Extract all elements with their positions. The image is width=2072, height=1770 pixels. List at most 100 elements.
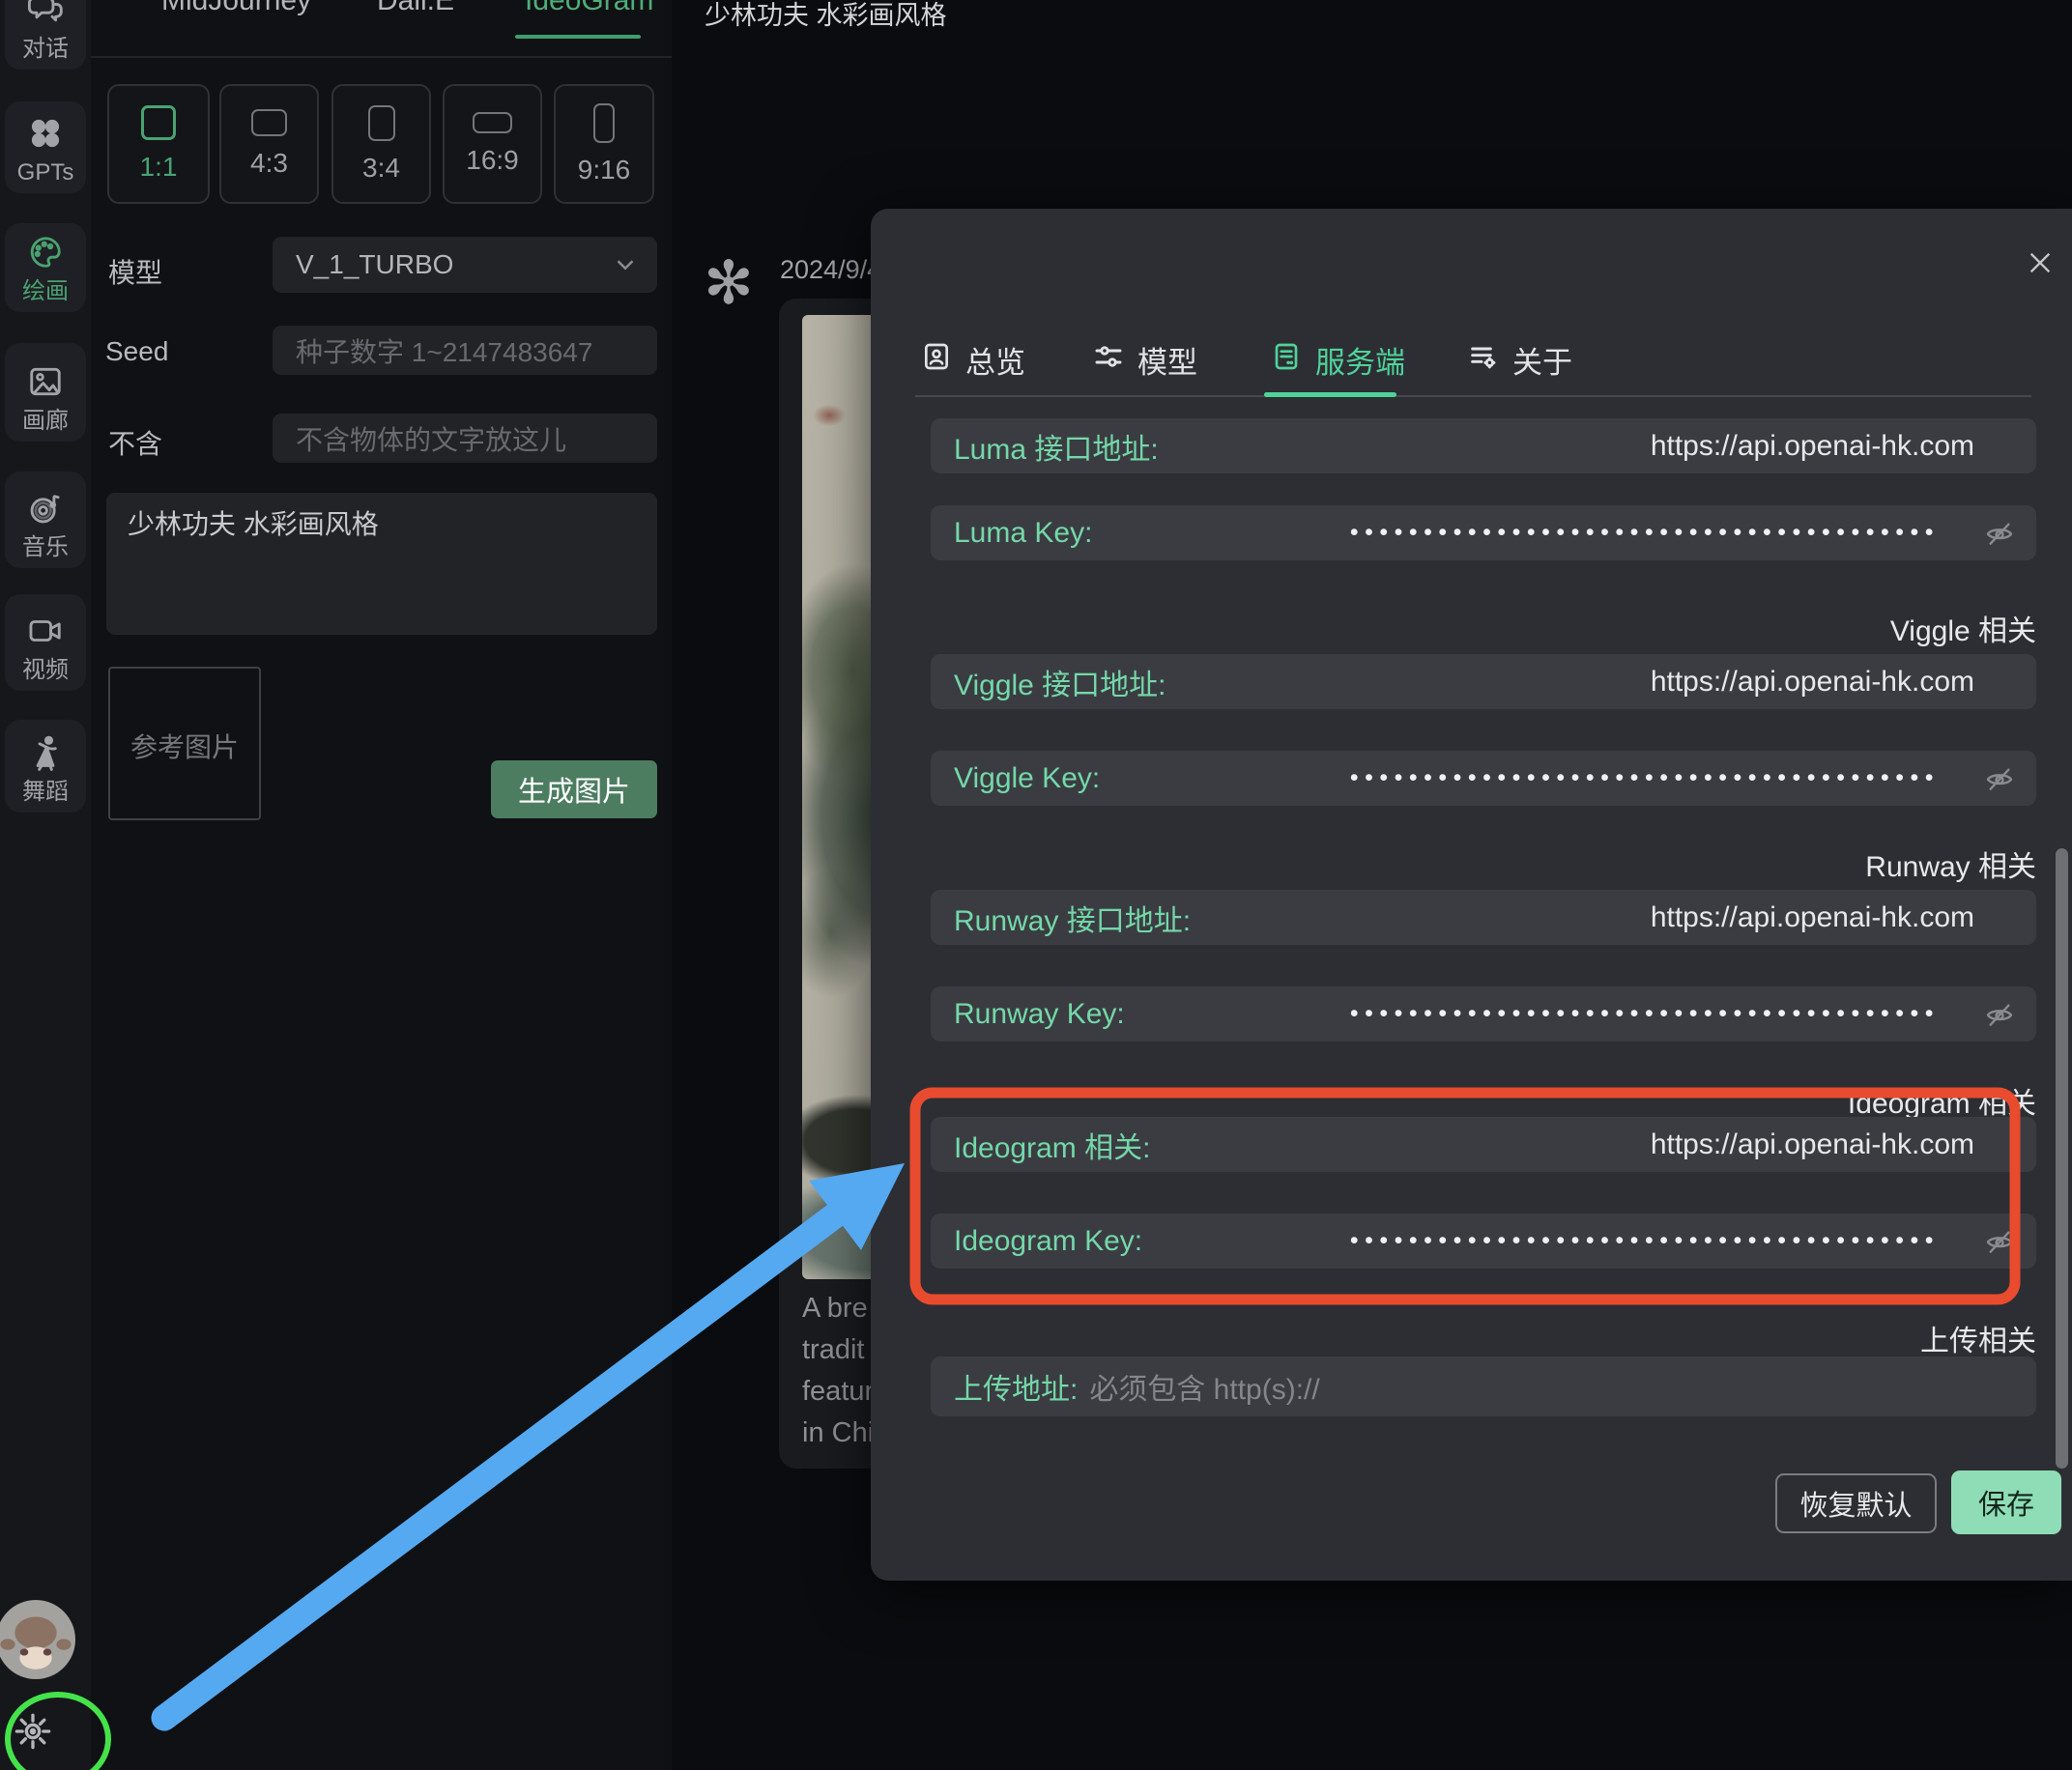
model-select[interactable]: V_1_TURBO bbox=[273, 237, 657, 293]
aspect-ratio-icon bbox=[368, 105, 395, 141]
api-url-label: Viggle 接口地址: bbox=[954, 661, 1166, 703]
masked-key-value: •••••••••••••••••••••••••••••••••••••••• bbox=[1350, 1000, 1940, 1028]
close-icon[interactable] bbox=[2027, 249, 2054, 276]
palette-icon bbox=[27, 234, 64, 279]
sidebar-item-音乐[interactable]: 音乐 bbox=[5, 471, 86, 568]
about-icon bbox=[1468, 341, 1499, 380]
upload-url-label: 上传地址: bbox=[954, 1365, 1078, 1408]
user-avatar[interactable] bbox=[0, 1600, 75, 1679]
model-label: 模型 bbox=[108, 252, 162, 291]
api-key-row[interactable]: Runway Key: ••••••••••••••••••••••••••••… bbox=[931, 986, 2036, 1042]
negative-label: 不含 bbox=[108, 423, 162, 462]
api-key-row[interactable]: Ideogram Key: ••••••••••••••••••••••••••… bbox=[931, 1213, 2036, 1269]
settings-gear-icon[interactable] bbox=[14, 1712, 52, 1751]
sidebar-item-绘画[interactable]: 绘画 bbox=[5, 223, 86, 312]
sidebar-item-label: 对话 bbox=[22, 37, 69, 62]
aspect-ratio-16:9[interactable]: 16:9 bbox=[443, 84, 542, 204]
active-tab-underline bbox=[515, 35, 641, 39]
gallery-icon bbox=[27, 363, 64, 409]
prompt-textarea[interactable]: 少林功夫 水彩画风格 bbox=[106, 493, 657, 635]
api-key-label: Ideogram Key: bbox=[954, 1225, 1142, 1258]
eye-off-icon[interactable] bbox=[1984, 999, 2015, 1030]
api-url-label: Luma 接口地址: bbox=[954, 425, 1159, 468]
eye-off-icon[interactable] bbox=[1984, 1226, 2015, 1257]
app-sidebar: 对话 GPTs 绘画 画廊 音乐 视频 舞蹈 bbox=[0, 0, 91, 1770]
modal-tab-关于[interactable]: 关于 bbox=[1468, 338, 1572, 382]
aspect-ratio-4:3[interactable]: 4:3 bbox=[219, 84, 319, 204]
sidebar-item-label: GPTs bbox=[17, 160, 74, 186]
conversation-title: 少林功夫 水彩画风格 bbox=[705, 0, 947, 32]
sidebar-item-对话[interactable]: 对话 bbox=[5, 0, 86, 70]
api-url-label: Runway 接口地址: bbox=[954, 897, 1191, 939]
negative-input[interactable]: 不含物体的文字放这儿 bbox=[273, 414, 657, 463]
eye-off-icon[interactable] bbox=[1984, 518, 2015, 549]
sidebar-item-画廊[interactable]: 画廊 bbox=[5, 343, 86, 442]
sidebar-item-label: 音乐 bbox=[22, 535, 69, 560]
panel-tab-Dall.E[interactable]: Dall.E bbox=[377, 0, 454, 27]
section-header: Viggle 相关 bbox=[931, 607, 2036, 649]
reference-image-dropzone[interactable]: 参考图片 bbox=[108, 667, 261, 820]
api-key-row[interactable]: Luma Key: ••••••••••••••••••••••••••••••… bbox=[931, 505, 2036, 560]
api-url-row[interactable]: Runway 接口地址: https://api.openai-hk.com bbox=[931, 890, 2036, 945]
api-url-value: https://api.openai-hk.com bbox=[1651, 901, 1974, 934]
modal-tab-模型[interactable]: 模型 bbox=[1093, 338, 1197, 382]
api-url-row[interactable]: Ideogram 相关: https://api.openai-hk.com bbox=[931, 1117, 2036, 1172]
api-url-label: Ideogram 相关: bbox=[954, 1124, 1150, 1166]
chevron-down-icon bbox=[611, 250, 640, 279]
section-header: 上传相关 bbox=[931, 1317, 2036, 1359]
modal-tab-总览[interactable]: 总览 bbox=[921, 338, 1025, 382]
aspect-ratio-icon bbox=[593, 103, 615, 143]
seed-input[interactable]: 种子数字 1~2147483647 bbox=[273, 326, 657, 375]
sidebar-item-label: 画廊 bbox=[22, 409, 69, 434]
message-date: 2024/9/4 bbox=[780, 255, 881, 285]
overview-icon bbox=[921, 341, 952, 380]
sidebar-item-GPTs[interactable]: GPTs bbox=[5, 101, 86, 193]
aspect-ratio-icon bbox=[251, 109, 287, 136]
restore-defaults-button[interactable]: 恢复默认 bbox=[1775, 1473, 1937, 1533]
section-header: Runway 相关 bbox=[931, 842, 2036, 885]
api-url-row[interactable]: Luma 接口地址: https://api.openai-hk.com bbox=[931, 418, 2036, 473]
masked-key-value: •••••••••••••••••••••••••••••••••••••••• bbox=[1350, 1227, 1940, 1255]
dance-icon bbox=[27, 734, 64, 780]
eye-off-icon[interactable] bbox=[1984, 763, 2015, 794]
api-url-value: https://api.openai-hk.com bbox=[1651, 1128, 1974, 1161]
modal-active-tab-underline bbox=[1264, 392, 1396, 397]
save-button[interactable]: 保存 bbox=[1951, 1470, 2061, 1534]
aspect-ratio-icon bbox=[141, 105, 176, 140]
music-icon bbox=[27, 490, 64, 535]
seed-label: Seed bbox=[105, 336, 168, 367]
openai-logo-icon: ✻ bbox=[704, 247, 754, 318]
aspect-ratio-3:4[interactable]: 3:4 bbox=[331, 84, 431, 204]
api-key-label: Luma Key: bbox=[954, 517, 1092, 550]
api-key-label: Runway Key: bbox=[954, 998, 1125, 1031]
api-key-label: Viggle Key: bbox=[954, 762, 1100, 795]
modal-scrollbar[interactable] bbox=[2056, 848, 2068, 1469]
panel-tab-MidJourney[interactable]: MidJourney bbox=[161, 0, 311, 27]
aspect-ratio-1:1[interactable]: 1:1 bbox=[107, 84, 210, 204]
modal-tab-separator bbox=[915, 395, 2031, 397]
api-url-row[interactable]: Viggle 接口地址: https://api.openai-hk.com bbox=[931, 654, 2036, 709]
aspect-ratio-9:16[interactable]: 9:16 bbox=[554, 84, 654, 204]
generate-button[interactable]: 生成图片 bbox=[491, 760, 657, 818]
caption-line: featur bbox=[802, 1376, 874, 1408]
api-key-row[interactable]: Viggle Key: ••••••••••••••••••••••••••••… bbox=[931, 751, 2036, 806]
settings-modal: 总览 模型 服务端 关于 Luma 接口地址: https://api.open… bbox=[871, 209, 2072, 1581]
upload-url-input[interactable]: 上传地址: 必须包含 http(s):// bbox=[931, 1356, 2036, 1416]
api-url-value: https://api.openai-hk.com bbox=[1651, 430, 1974, 463]
chat-icon bbox=[27, 0, 64, 37]
masked-key-value: •••••••••••••••••••••••••••••••••••••••• bbox=[1350, 519, 1940, 547]
generation-panel: MidJourney Dall.E IdeoGram 1:1 4:3 3:4 16:… bbox=[91, 0, 672, 1770]
section-header: Ideogram 相关 bbox=[931, 1079, 2036, 1122]
tab-separator bbox=[91, 56, 672, 58]
masked-key-value: •••••••••••••••••••••••••••••••••••••••• bbox=[1350, 764, 1940, 792]
caption-line: tradit bbox=[802, 1334, 864, 1366]
sidebar-item-label: 舞蹈 bbox=[22, 780, 69, 805]
gpts-icon bbox=[27, 115, 64, 160]
panel-tab-IdeoGram[interactable]: IdeoGram bbox=[525, 0, 653, 27]
api-url-value: https://api.openai-hk.com bbox=[1651, 666, 1974, 699]
caption-line: in Chi bbox=[802, 1417, 874, 1449]
modal-tab-服务端[interactable]: 服务端 bbox=[1271, 338, 1405, 382]
caption-line: A bre bbox=[802, 1293, 868, 1325]
sidebar-item-视频[interactable]: 视频 bbox=[5, 594, 86, 691]
sidebar-item-舞蹈[interactable]: 舞蹈 bbox=[5, 720, 86, 813]
